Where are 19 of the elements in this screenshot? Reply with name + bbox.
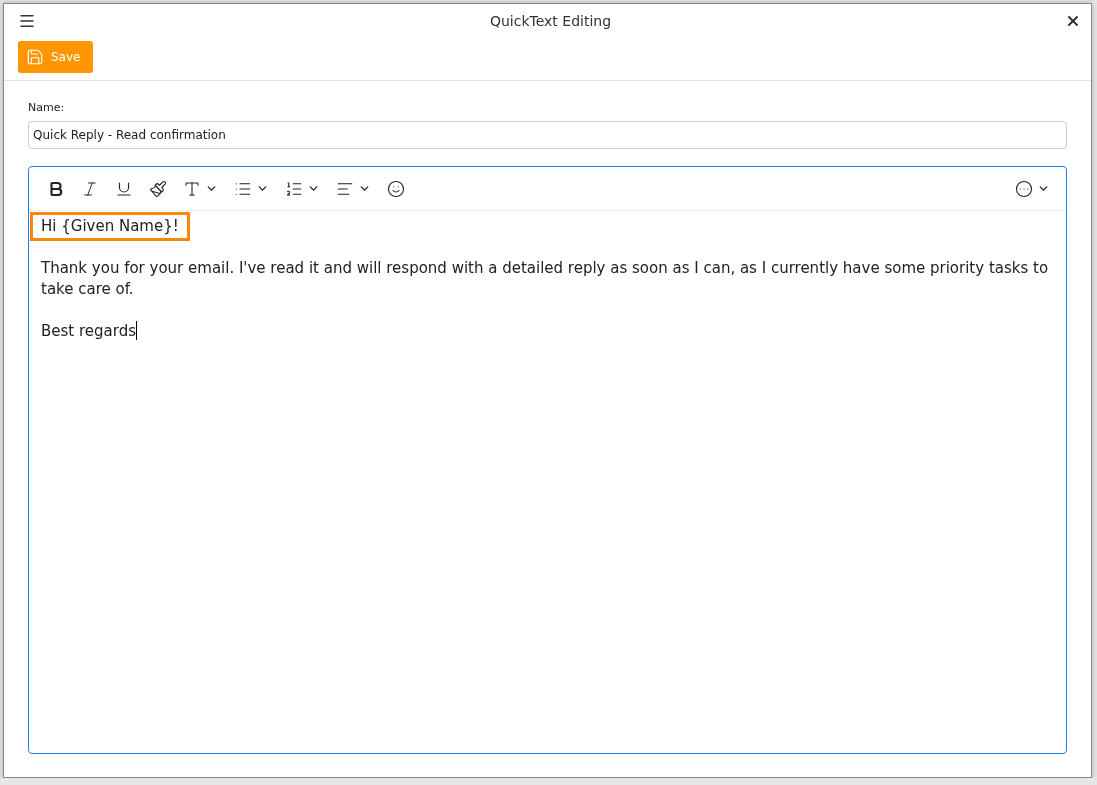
paragraph: Thank you for your email. I've read it and will respond with a detailed reply as soon as I can, as I currently have some priority tasks to take care of. (41, 258, 1050, 300)
menu-icon (18, 12, 36, 30)
window-title: QuickText Editing (489, 13, 612, 29)
ellipsis-circle-icon (1015, 179, 1033, 198)
text-cursor (136, 321, 137, 340)
bold-icon (47, 179, 65, 198)
name-label: Name: (28, 101, 66, 114)
text-editor[interactable]: Hi {Given Name}! Thank you for your email. I've read it and will respond with a detailed reply as soon as I can, as I currently have some priority tasks to take care of. Best regards (28, 166, 1067, 754)
paintbrush-icon (149, 179, 167, 198)
numbered-list-icon (285, 179, 303, 198)
smiley-icon (387, 179, 405, 198)
italic-icon (81, 179, 99, 198)
close-icon (1065, 13, 1081, 29)
close-button[interactable] (1065, 13, 1081, 29)
underline-icon (115, 179, 133, 198)
font-color-icon (183, 179, 201, 198)
name-input-field[interactable]: Quick Reply - Read confirmation (28, 121, 1067, 149)
paragraph: Best regards (41, 321, 137, 342)
menu-button[interactable] (18, 12, 36, 30)
